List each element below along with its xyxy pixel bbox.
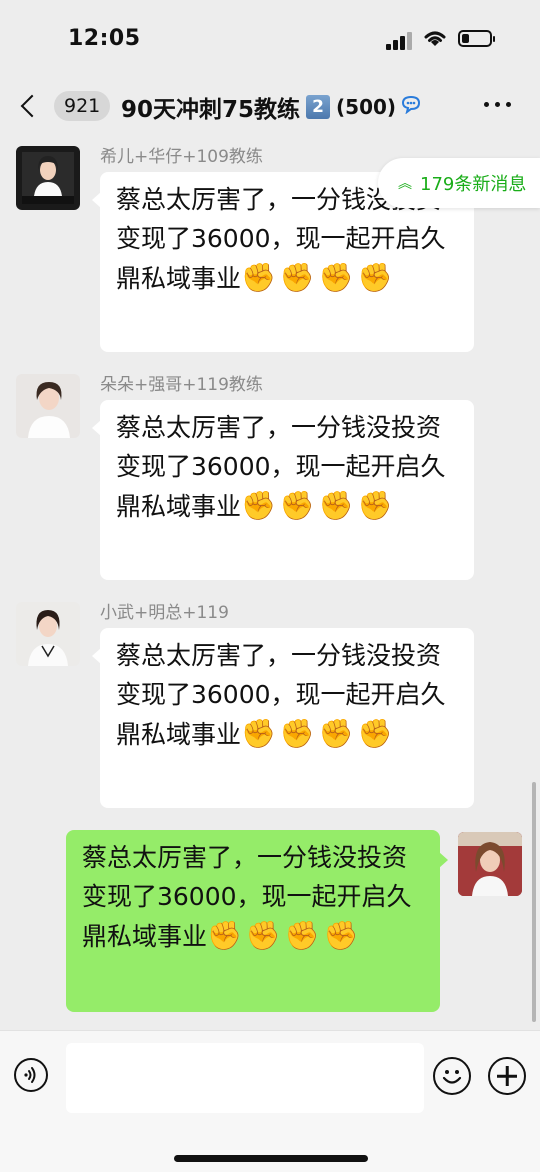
fist-emoji-icon: ✊ bbox=[279, 261, 315, 294]
fist-emoji-icon: ✊ bbox=[357, 717, 393, 750]
member-count: (500) bbox=[336, 95, 397, 119]
message-text: 蔡总太厉害了，一分钱没投资变现了36000，现一起开启久鼎私域事业✊ ✊ ✊ ✊ bbox=[116, 636, 458, 754]
sender-name: 希儿+华仔+109教练 bbox=[100, 147, 263, 167]
message-bubble[interactable]: 蔡总太厉害了，一分钱没投资变现了36000，现一起开启久鼎私域事业✊ ✊ ✊ ✊ bbox=[92, 400, 474, 580]
fist-emoji-icon: ✊ bbox=[207, 919, 242, 952]
more-button[interactable] bbox=[484, 102, 511, 107]
emoji-button[interactable] bbox=[433, 1057, 471, 1095]
voice-button[interactable] bbox=[14, 1058, 48, 1092]
voice-icon bbox=[24, 1067, 36, 1083]
cellular-signal-icon bbox=[386, 30, 414, 50]
new-messages-label: 179条新消息 bbox=[420, 174, 527, 195]
group-name: 90天冲刺75教练 bbox=[121, 97, 301, 123]
fist-emoji-icon: ✊ bbox=[318, 717, 354, 750]
scrollbar[interactable] bbox=[532, 782, 536, 1022]
unread-count-badge: 921 bbox=[54, 91, 111, 121]
fist-emoji-icon: ✊ bbox=[241, 261, 276, 294]
fist-emoji-icon: ✊ bbox=[284, 919, 320, 952]
avatar[interactable] bbox=[16, 602, 80, 666]
message-text: 蔡总太厉害了，一分钱没投资变现了36000，现一起开启久鼎私域事业✊ ✊ ✊ ✊ bbox=[82, 838, 424, 956]
avatar[interactable] bbox=[16, 146, 80, 210]
chat-title[interactable]: 90天冲刺75教练 2 (500) bbox=[121, 90, 422, 124]
fist-emoji-icon: ✊ bbox=[279, 717, 315, 750]
group-number-badge: 2 bbox=[306, 95, 331, 119]
message-bubble-outgoing[interactable]: 蔡总太厉害了，一分钱没投资变现了36000，现一起开启久鼎私域事业✊ ✊ ✊ ✊ bbox=[66, 830, 448, 1012]
chat-bubble-icon bbox=[400, 94, 422, 120]
fist-emoji-icon: ✊ bbox=[318, 489, 354, 522]
fist-emoji-icon: ✊ bbox=[241, 717, 276, 750]
plus-button[interactable] bbox=[488, 1057, 526, 1095]
sender-name: 小武+明总+119 bbox=[100, 603, 229, 623]
message-text: 蔡总太厉害了，一分钱没投资变现了36000，现一起开启久鼎私域事业✊ ✊ ✊ ✊ bbox=[116, 408, 458, 526]
more-dots-icon bbox=[484, 102, 489, 107]
fist-emoji-icon: ✊ bbox=[318, 261, 354, 294]
message-list[interactable]: 希儿+华仔+109教练 蔡总太厉害了，一分钱没投资变现了36000，现一起开启久… bbox=[0, 134, 540, 1030]
avatar[interactable] bbox=[16, 374, 80, 438]
battery-icon bbox=[458, 30, 495, 47]
fist-emoji-icon: ✊ bbox=[279, 489, 315, 522]
double-chevron-up-icon: ︽ bbox=[398, 176, 412, 192]
chat-header: 921 90天冲刺75教练 2 (500) bbox=[0, 78, 540, 134]
input-bar bbox=[0, 1030, 540, 1172]
sender-name: 朵朵+强哥+119教练 bbox=[100, 375, 263, 395]
fist-emoji-icon: ✊ bbox=[357, 489, 393, 522]
message-bubble[interactable]: 蔡总太厉害了，一分钱没投资变现了36000，现一起开启久鼎私域事业✊ ✊ ✊ ✊ bbox=[92, 628, 474, 808]
message-input[interactable] bbox=[66, 1043, 424, 1113]
status-bar: 12:05 bbox=[0, 0, 540, 78]
new-messages-button[interactable]: ︽ 179条新消息 bbox=[378, 158, 540, 208]
fist-emoji-icon: ✊ bbox=[241, 489, 276, 522]
home-indicator bbox=[174, 1155, 368, 1162]
wifi-icon bbox=[422, 28, 448, 52]
fist-emoji-icon: ✊ bbox=[357, 261, 393, 294]
avatar[interactable] bbox=[458, 832, 522, 896]
back-chevron-icon bbox=[20, 94, 44, 118]
back-button[interactable]: 921 bbox=[18, 86, 111, 126]
emoji-icon bbox=[442, 1070, 462, 1084]
fist-emoji-icon: ✊ bbox=[245, 919, 281, 952]
fist-emoji-icon: ✊ bbox=[323, 919, 359, 952]
status-time: 12:05 bbox=[68, 26, 141, 51]
